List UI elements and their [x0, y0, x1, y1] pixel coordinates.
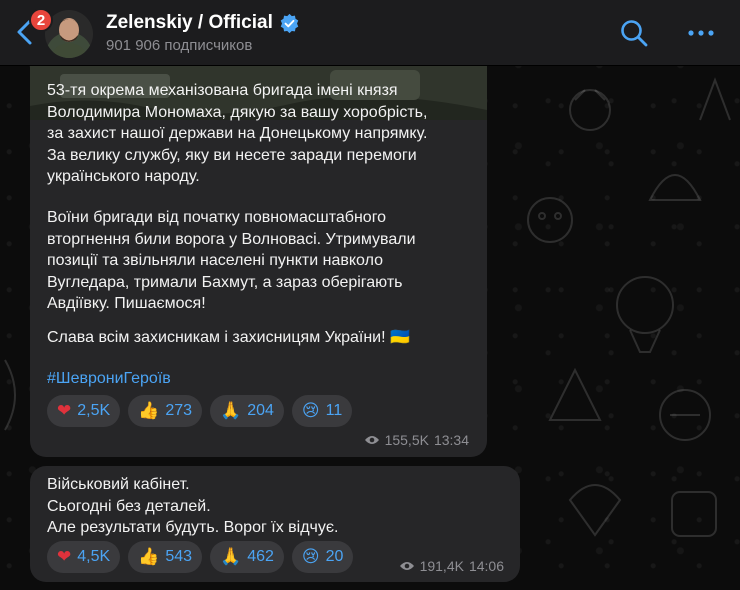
- hashtag-link[interactable]: #ШеврониГероїв: [47, 370, 171, 388]
- channel-name: Zelenskiy / Official: [106, 12, 273, 33]
- search-button[interactable]: [619, 18, 649, 48]
- reaction-count: 2,5K: [77, 402, 111, 419]
- view-count: 191,4K: [419, 558, 464, 574]
- reaction-heart[interactable]: ❤ 4,5K: [47, 541, 121, 573]
- praying-hands-icon: 🙏: [220, 547, 242, 567]
- reaction-count: 273: [165, 402, 193, 419]
- message-bubble[interactable]: 53-тя окрема механізована бригада імені …: [30, 50, 487, 457]
- reaction-count: 20: [325, 548, 344, 565]
- channel-title[interactable]: Zelenskiy / Official: [106, 12, 300, 34]
- chat-header: 2 Zelenskiy / Official 901 906 подписчик…: [0, 0, 740, 66]
- message-meta: 155,5K 13:34: [364, 432, 469, 448]
- more-dots-icon: [688, 30, 714, 36]
- crying-face-icon: 😢: [301, 401, 320, 421]
- eye-icon: [364, 436, 379, 444]
- reaction-pray[interactable]: 🙏 462: [210, 541, 284, 573]
- reaction-thumbs-up[interactable]: 👍 273: [128, 395, 203, 427]
- search-icon: [621, 20, 648, 47]
- reaction-count: 462: [247, 548, 274, 565]
- reaction-pray[interactable]: 🙏 204: [210, 395, 284, 427]
- reactions-bar: ❤ 4,5K 👍 543 🙏 462 😢 20: [47, 541, 354, 573]
- message-time: 14:06: [468, 558, 504, 574]
- thumbs-up-icon: 👍: [138, 401, 160, 421]
- reaction-count: 4,5K: [77, 548, 111, 565]
- reactions-bar: ❤ 2,5K 👍 273 🙏 204 😢 11: [47, 395, 353, 427]
- message-bubble[interactable]: Військовий кабінет. Сьогодні без деталей…: [30, 466, 520, 582]
- reaction-crying[interactable]: 😢 11: [291, 395, 353, 427]
- message-text: Військовий кабінет. Сьогодні без деталей…: [47, 476, 339, 537]
- thumbs-up-icon: 👍: [138, 547, 160, 567]
- reaction-count: 11: [325, 402, 343, 419]
- message-paragraph: Слава всім захисникам і захисницям Украї…: [47, 329, 410, 346]
- heart-icon: ❤: [57, 401, 72, 421]
- crying-face-icon: 😢: [301, 547, 320, 567]
- reaction-crying[interactable]: 😢 20: [291, 541, 354, 573]
- subscriber-count: 901 906 подписчиков: [106, 37, 253, 54]
- message-paragraph: 53-тя окрема механізована бригада імені …: [47, 82, 428, 186]
- eye-icon: [399, 562, 414, 570]
- reaction-heart[interactable]: ❤ 2,5K: [47, 395, 121, 427]
- message-paragraph: Воїни бригади від початку повномасштабно…: [47, 209, 416, 313]
- unread-badge: 2: [29, 8, 53, 32]
- reaction-count: 204: [247, 402, 274, 419]
- heart-icon: ❤: [57, 547, 72, 567]
- verified-icon: [280, 13, 299, 33]
- reaction-thumbs-up[interactable]: 👍 543: [128, 541, 203, 573]
- message-time: 13:34: [433, 432, 469, 448]
- praying-hands-icon: 🙏: [220, 401, 242, 421]
- more-button[interactable]: [686, 22, 716, 44]
- reaction-count: 543: [165, 548, 193, 565]
- view-count: 155,5K: [384, 432, 429, 448]
- message-meta: 191,4K 14:06: [399, 558, 504, 574]
